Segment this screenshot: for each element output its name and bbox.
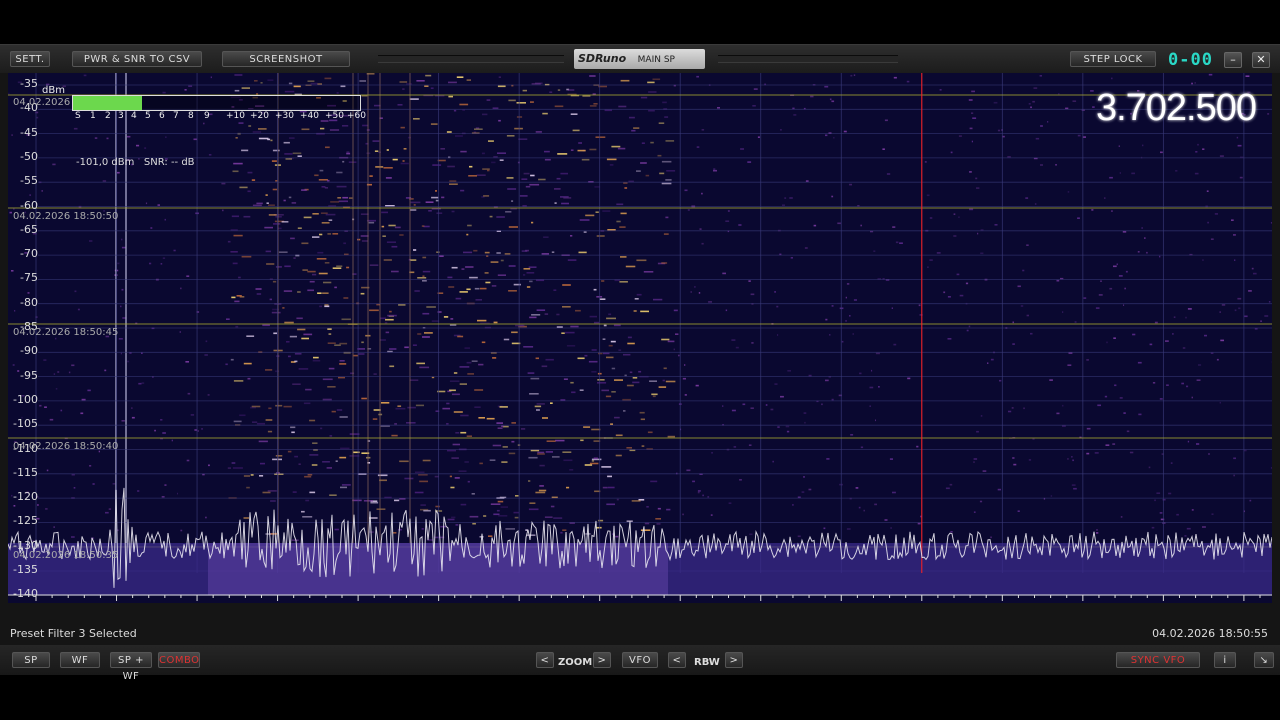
zoom-prev-button[interactable]: < <box>536 652 554 668</box>
step-lock-button[interactable]: STEP LOCK <box>1070 51 1156 67</box>
s-meter-tick: 8 <box>188 111 194 121</box>
status-message: Preset Filter 3 Selected <box>10 627 137 640</box>
rbw-prev-button[interactable]: < <box>668 652 686 668</box>
s-meter-tick: +60 <box>347 111 366 121</box>
y-tick-label: -70 <box>20 247 38 261</box>
toolbar-groove-right <box>718 55 898 63</box>
settings-button[interactable]: SETT. <box>10 51 50 67</box>
vfo-frequency[interactable]: 3.702.500 <box>1096 87 1257 130</box>
waterfall-timestamp: 04.02.2026 18:50:50 <box>13 211 119 222</box>
led-display: 0-00 <box>1168 50 1213 70</box>
top-toolbar: SETT. PWR & SNR TO CSV SCREENSHOT SDRuno… <box>0 45 1280 73</box>
y-tick-label: -100 <box>13 392 38 406</box>
signal-band <box>208 543 668 595</box>
vfo-button[interactable]: VFO <box>622 652 658 668</box>
s-meter-tick: 3 <box>118 111 124 121</box>
s-meter-tick: +20 <box>250 111 269 121</box>
bottom-toolbar: SP WF SP + WF COMBO < ZOOM > VFO < RBW >… <box>0 645 1280 682</box>
y-tick-label: -65 <box>20 222 38 236</box>
waterfall-timestamp: 04.02.2026 18:50:35 <box>13 550 119 561</box>
y-tick-label: -105 <box>13 417 38 431</box>
s-meter-tick: +30 <box>275 111 294 121</box>
zoom-label: ZOOM <box>558 657 593 668</box>
y-tick-label: -45 <box>20 125 38 139</box>
y-tick-label: -50 <box>20 149 38 163</box>
screenshot-button[interactable]: SCREENSHOT <box>222 51 350 67</box>
s-meter-tick: +40 <box>300 111 319 121</box>
panel-name: MAIN SP <box>637 55 675 65</box>
toolbar-groove-left <box>378 55 564 63</box>
y-tick-label: -115 <box>13 465 38 479</box>
s-meter-tick: +50 <box>325 111 344 121</box>
close-button[interactable]: ✕ <box>1252 52 1270 68</box>
dbm-unit-label: dBm <box>42 85 65 96</box>
resize-button[interactable]: ↘ <box>1254 652 1274 668</box>
info-button[interactable]: i <box>1214 652 1236 668</box>
y-tick-label: -80 <box>20 295 38 309</box>
status-datetime: 04.02.2026 18:50:55 <box>1152 627 1268 640</box>
y-tick-label: -60 <box>20 198 38 212</box>
minimize-button[interactable]: – <box>1224 52 1242 68</box>
y-tick-label: -140 <box>13 587 38 601</box>
s-meter-tick: 9 <box>204 111 210 121</box>
y-tick-label: -75 <box>20 271 38 285</box>
wf-button[interactable]: WF <box>60 652 100 668</box>
rbw-next-button[interactable]: > <box>725 652 743 668</box>
grid <box>35 73 1272 596</box>
s-meter-tick: 7 <box>173 111 179 121</box>
snr-value: SNR: -- dB <box>143 157 195 168</box>
y-tick-label: -35 <box>20 77 38 90</box>
y-tick-label: -95 <box>20 368 38 382</box>
s-meter-tick: 6 <box>159 111 165 121</box>
waterfall-timestamp: 04.02.2026 <box>13 97 71 108</box>
sp-wf-button[interactable]: SP + WF <box>110 652 152 682</box>
s-meter-tick: 2 <box>105 111 111 121</box>
level-readout: -101,0 dBm SNR: -- dB <box>76 157 195 168</box>
waterfall-timestamp: 04.02.2026 18:50:40 <box>13 441 119 452</box>
zoom-next-button[interactable]: > <box>593 652 611 668</box>
s-meter-tick: 1 <box>90 111 96 121</box>
s-meter-fill <box>73 96 142 110</box>
y-tick-label: -125 <box>13 514 38 528</box>
combo-button[interactable]: COMBO <box>158 652 200 668</box>
sp-button[interactable]: SP <box>12 652 50 668</box>
s-meter-tick: +10 <box>226 111 245 121</box>
y-tick-label: -120 <box>13 490 38 504</box>
sync-vfo-button[interactable]: SYNC VFO <box>1116 652 1200 668</box>
s-meter-tick: 4 <box>131 111 137 121</box>
y-tick-label: -55 <box>20 174 38 188</box>
waterfall-canvas <box>8 73 1272 601</box>
sdruno-main-sp-window: SETT. PWR & SNR TO CSV SCREENSHOT SDRuno… <box>0 44 1280 682</box>
y-tick-label: -90 <box>20 344 38 358</box>
dbm-value: -101,0 dBm <box>76 157 135 168</box>
s-meter-tick: S <box>75 111 81 121</box>
waterfall-timestamp: 04.02.2026 18:50:45 <box>13 327 119 338</box>
status-bar: Preset Filter 3 Selected 04.02.2026 18:5… <box>0 625 1280 643</box>
pwr-snr-csv-button[interactable]: PWR & SNR TO CSV <box>72 51 202 67</box>
window-title: SDRuno MAIN SP <box>574 49 705 69</box>
app-name: SDRuno <box>578 52 627 65</box>
s-meter <box>72 95 361 111</box>
y-tick-label: -135 <box>13 563 38 576</box>
spectrum-waterfall-display[interactable]: -35 -40 -45 -50 -55 -60 -65 -70 -75 -80 -85 -90 -95-… <box>8 73 1272 603</box>
s-meter-tick: 5 <box>145 111 151 121</box>
rbw-label: RBW <box>694 657 720 668</box>
